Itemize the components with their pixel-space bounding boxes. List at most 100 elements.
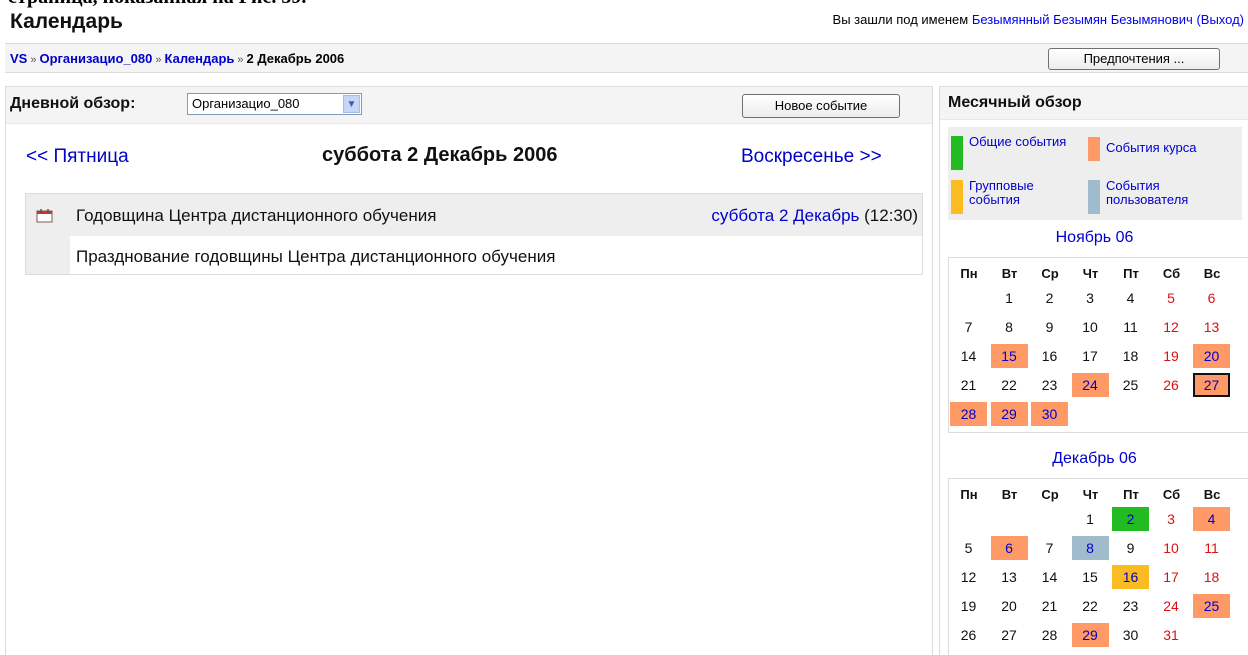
- event-name: Годовщина Центра дистанционного обучения: [76, 206, 437, 225]
- calendar-day[interactable]: 15: [990, 344, 1028, 368]
- calendar-day[interactable]: 24: [1071, 373, 1109, 397]
- calendar-day: 17: [1163, 569, 1179, 585]
- calendar-day: 23: [1122, 598, 1139, 614]
- calendar-day: 10: [1082, 319, 1098, 335]
- user-profile-link[interactable]: Безымянный Безымян Безымянович: [972, 12, 1193, 27]
- event-date-link[interactable]: суббота 2 Декабрь: [711, 206, 859, 225]
- calendar-day[interactable]: 25: [1193, 594, 1230, 618]
- calendar-day[interactable]: 28: [950, 402, 987, 426]
- calendar-day: 18: [1122, 348, 1139, 364]
- weekday-label: Ср: [1041, 487, 1059, 502]
- calendar-day: 6: [1207, 290, 1216, 306]
- calendar-day: 11: [1123, 319, 1138, 335]
- breadcrumb: VS» Организацио_080» Календарь» 2 Декабрь 2…: [10, 51, 344, 66]
- month-title-december[interactable]: Декабрь 06: [940, 450, 1248, 468]
- month-title-november[interactable]: Ноябрь 06: [940, 229, 1248, 247]
- weekday-label: Пн: [960, 266, 978, 281]
- legend-swatch: [951, 136, 963, 170]
- calendar-day[interactable]: 30: [1031, 402, 1068, 426]
- calendar-day: 9: [1126, 540, 1135, 556]
- calendar-day[interactable]: 16: [1112, 565, 1149, 589]
- weekday-label: Сб: [1162, 487, 1181, 502]
- weekday-label: Пн: [960, 487, 978, 502]
- calendar-day: 10: [1163, 540, 1179, 556]
- weekday-label: Пт: [1123, 266, 1139, 281]
- month-view-title: Месячный обзор: [948, 94, 1082, 111]
- day-view-panel: Дневной обзор: Организацио_080 ▼ Новое с…: [5, 86, 933, 655]
- calendar-day: 28: [1041, 627, 1058, 643]
- day-view-label: Дневной обзор:: [10, 95, 136, 112]
- breadcrumb-site[interactable]: VS: [10, 51, 27, 66]
- calendar-day: 23: [1041, 377, 1058, 393]
- month-grid-december: Пн Вт Ср Чт Пт Сб Вс 1 2 3 4 5 6 7 8 9 10 11 12 13 14 15 16 17…: [948, 478, 1248, 655]
- month-view-header: Месячный обзор: [940, 86, 1248, 120]
- weekday-header: Пн Вт Ср Чт Пт Сб Вс: [949, 479, 1248, 505]
- legend-label: Групповые события: [969, 178, 1034, 207]
- calendar-day: 4: [1126, 290, 1135, 306]
- preferences-button[interactable]: Предпочтения ...: [1048, 48, 1220, 70]
- weekday-label: Вс: [1203, 487, 1221, 502]
- breadcrumb-separator: »: [30, 54, 37, 66]
- event-time: (12:30): [859, 206, 918, 225]
- calendar-day: 31: [1163, 627, 1179, 643]
- calendar-event-icon: [36, 208, 54, 224]
- weekday-header: Пн Вт Ср Чт Пт Сб Вс: [949, 258, 1248, 284]
- calendar-day: 12: [960, 569, 977, 585]
- calendar-day: 25: [1122, 377, 1139, 393]
- calendar-day: 16: [1041, 348, 1058, 364]
- calendar-day: 11: [1204, 540, 1219, 556]
- calendar-day: 21: [960, 377, 977, 393]
- chevron-down-icon[interactable]: ▼: [343, 95, 360, 113]
- calendar-day[interactable]: 20: [1193, 344, 1230, 368]
- calendar-day[interactable]: 29: [990, 402, 1028, 426]
- calendar-day: 2: [1045, 290, 1054, 306]
- event-date: суббота 2 Декабрь (12:30): [711, 206, 918, 226]
- weekday-label: Чт: [1082, 266, 1099, 281]
- next-day-link[interactable]: Воскресенье >>: [741, 146, 882, 168]
- new-event-button[interactable]: Новое событие: [742, 94, 900, 118]
- calendar-day: 22: [1082, 598, 1098, 614]
- event-side-strip: [26, 236, 70, 274]
- calendar-day: 18: [1203, 569, 1220, 585]
- calendar-day[interactable]: 29: [1071, 623, 1109, 647]
- calendar-day[interactable]: 27: [1193, 373, 1230, 397]
- calendar-day: 13: [1001, 569, 1017, 585]
- event-description: Празднование годовщины Центра дистанцион…: [76, 247, 556, 266]
- calendar-day: 5: [964, 540, 973, 556]
- weekday-label: Ср: [1041, 266, 1059, 281]
- login-prefix: Вы зашли под именем: [832, 12, 972, 27]
- page-title: Календарь: [10, 10, 123, 33]
- calendar-day: 5: [1167, 290, 1175, 306]
- legend-swatch: [1088, 180, 1100, 214]
- month-view-panel: Месячный обзор Общие события События кур…: [939, 86, 1248, 655]
- calendar-day[interactable]: 8: [1071, 536, 1109, 560]
- breadcrumb-course[interactable]: Организацио_080: [39, 51, 152, 66]
- navigation-bar: VS» Организацио_080» Календарь» 2 Декабрь 2…: [5, 43, 1248, 73]
- calendar-day: 19: [1163, 348, 1179, 364]
- previous-day-link[interactable]: << Пятница: [26, 146, 129, 168]
- calendar-day[interactable]: 6: [990, 536, 1028, 560]
- weekday-label: Чт: [1082, 487, 1099, 502]
- course-select[interactable]: Организацио_080 ▼: [187, 93, 362, 115]
- logout-link[interactable]: (Выход): [1196, 12, 1244, 27]
- calendar-day: 13: [1203, 319, 1220, 335]
- legend-swatch: [1088, 137, 1100, 161]
- calendar-day: 15: [1082, 569, 1098, 585]
- day-view-header: Дневной обзор: Организацио_080 ▼ Новое с…: [6, 86, 932, 124]
- calendar-day: 21: [1041, 598, 1058, 614]
- calendar-day: 27: [1001, 627, 1017, 643]
- calendar-day: 14: [1041, 569, 1058, 585]
- login-info: Вы зашли под именем Безымянный Безымян Б…: [833, 12, 1244, 27]
- calendar-day: 19: [960, 598, 977, 614]
- calendar-day[interactable]: 2: [1112, 507, 1149, 531]
- calendar-day: 3: [1086, 290, 1094, 306]
- calendar-day: 7: [1045, 540, 1054, 556]
- breadcrumb-current: 2 Декабрь 2006: [246, 51, 345, 66]
- calendar-day: 30: [1122, 627, 1139, 643]
- calendar-day: 17: [1082, 348, 1098, 364]
- calendar-day[interactable]: 4: [1193, 507, 1230, 531]
- breadcrumb-calendar[interactable]: Календарь: [165, 51, 235, 66]
- calendar-day: 20: [1001, 598, 1017, 614]
- course-select-value: Организацио_080: [192, 96, 300, 111]
- month-grid-november: Пн Вт Ср Чт Пт Сб Вс 1 2 3 4 5 6 7 8 9 10 11 12 13 14 15 16 17…: [948, 257, 1248, 433]
